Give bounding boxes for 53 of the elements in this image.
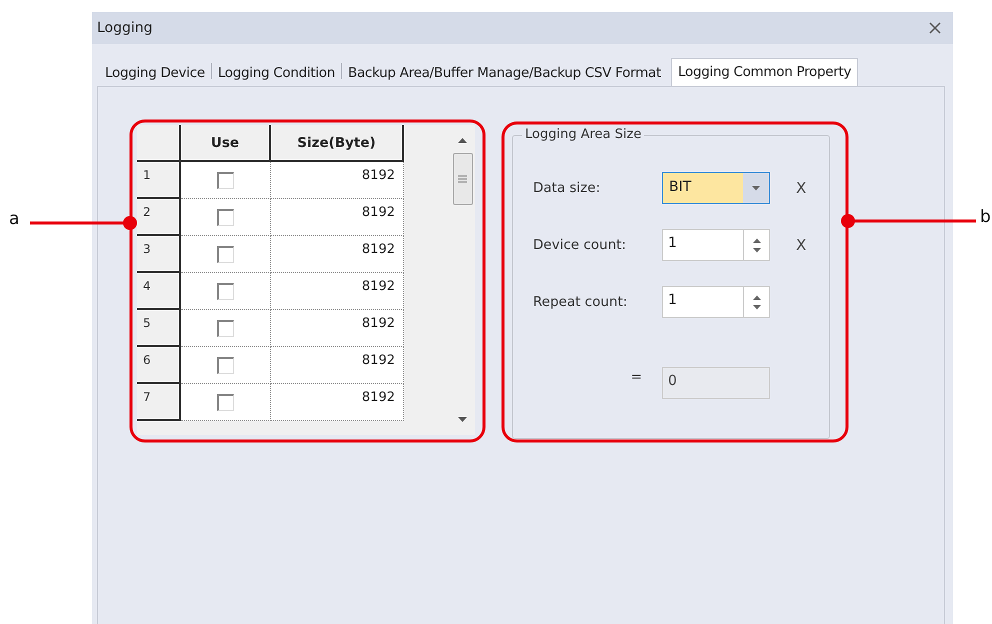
multiply-sign: X [795,179,808,197]
row-header: 7 [137,384,181,421]
table-cell: 8192 [271,310,404,347]
spin-up-icon [752,238,760,242]
grip-icon [458,175,467,183]
row-header: 3 [137,236,181,273]
column-header[interactable]: Size(Byte) [271,125,404,162]
close-button[interactable] [927,20,943,36]
scroll-down-icon [458,417,467,423]
checkbox[interactable] [217,209,234,226]
spin-up-icon [752,294,760,300]
group-title: Logging Area Size [522,127,644,142]
field-label: Data size: [533,180,602,196]
corner-header [137,125,181,162]
row-header: 6 [137,347,181,384]
spin-down-icon [752,304,760,310]
row-header: 2 [137,199,181,236]
tab[interactable]: Logging Condition [212,65,341,86]
tab[interactable]: Backup Area/Buffer Manage/Backup CSV Format [342,65,668,86]
checkbox[interactable] [217,394,234,411]
scroll-thumb[interactable] [452,153,472,205]
field-label: Device count: [533,237,628,253]
spin-down-icon [752,248,760,252]
spinner-field[interactable]: 1 [662,286,770,318]
tab[interactable]: Logging Device [99,65,211,86]
table-cell: 8192 [271,273,404,310]
row-header: 1 [137,162,181,199]
checkbox[interactable] [217,172,234,189]
dropdown[interactable]: BIT [662,172,770,204]
scroll-up-icon [458,137,467,143]
table-cell: 8192 [271,236,404,273]
field-label: = [630,369,642,385]
tab[interactable]: Logging Common Property [671,58,858,86]
table-cell: 8192 [271,347,404,384]
table-cell: 8192 [271,384,404,421]
field-label: Repeat count: [533,294,628,310]
caret-icon [752,186,760,190]
table-cell: 8192 [271,199,404,236]
table-cell: 8192 [271,162,404,199]
checkbox[interactable] [217,320,234,337]
spinner-field[interactable]: 1 [662,229,770,261]
row-header: 5 [137,310,181,347]
multiply-sign: X [795,236,808,254]
window-title: Logging [97,20,153,36]
checkbox[interactable] [217,357,234,374]
callout-label: a [9,209,20,229]
checkbox[interactable] [217,246,234,263]
close-icon [929,22,941,34]
checkbox[interactable] [217,283,234,300]
callout-label: b [980,207,991,227]
column-header[interactable]: Use [181,125,271,162]
row-header: 4 [137,273,181,310]
result-field: 0 [662,367,770,399]
